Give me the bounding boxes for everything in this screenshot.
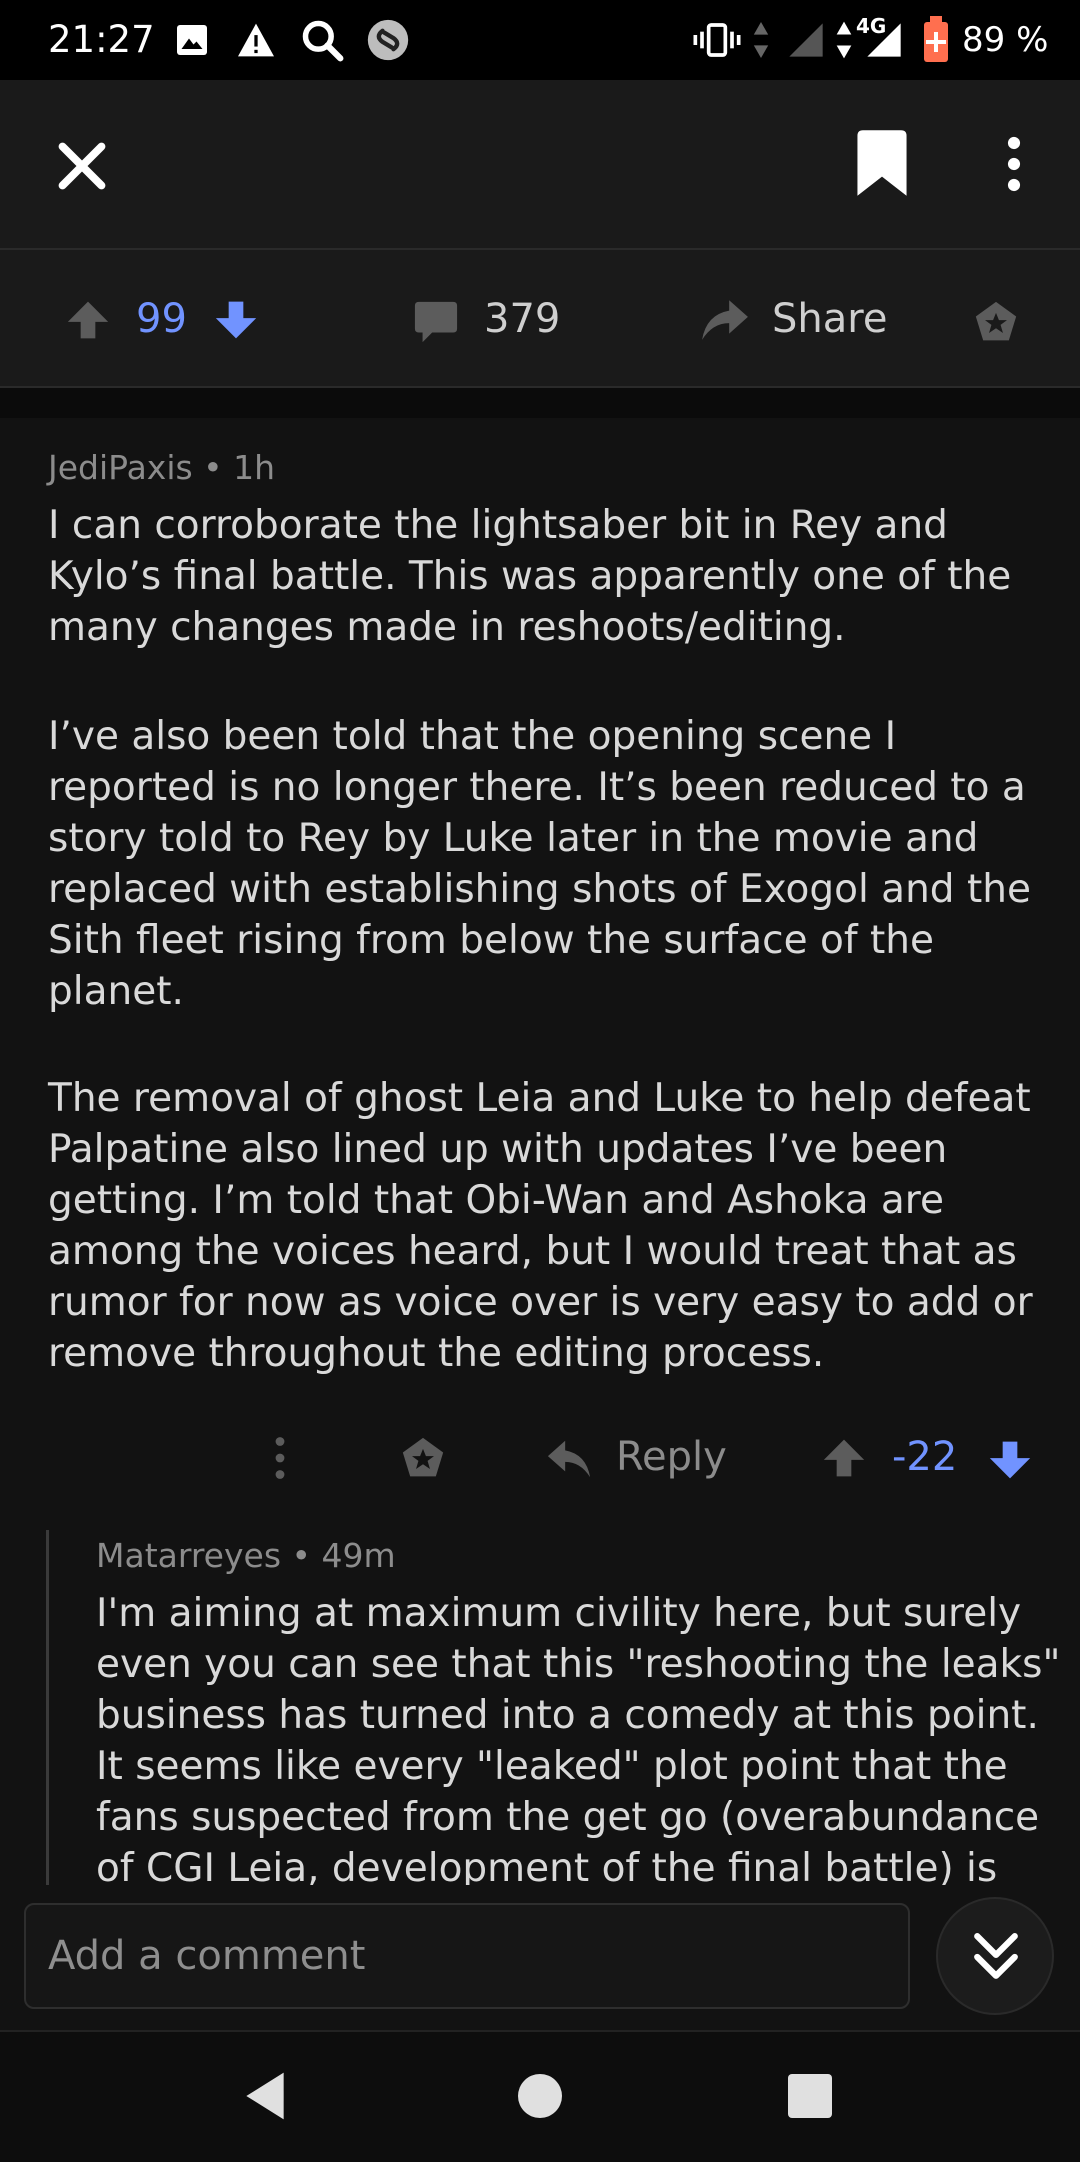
data-arrows-icon [836, 21, 852, 59]
comment-meta: JediPaxis • 1h [48, 448, 276, 487]
reply-icon[interactable] [546, 1436, 592, 1480]
downvote-icon[interactable] [988, 1438, 1032, 1482]
status-time: 21:27 [48, 18, 155, 61]
downvote-icon[interactable] [214, 298, 258, 342]
share-button[interactable]: Share [772, 296, 887, 342]
comment-input[interactable] [24, 1903, 910, 2009]
more-vert-icon[interactable] [272, 1436, 288, 1480]
image-icon [177, 25, 207, 55]
upvote-icon[interactable] [66, 298, 110, 342]
search-icon [302, 20, 344, 62]
comment-age: 49m [321, 1536, 396, 1575]
award-icon[interactable] [400, 1436, 446, 1480]
close-icon[interactable] [56, 140, 108, 192]
home-icon[interactable] [516, 2072, 564, 2120]
reply-button[interactable]: Reply [616, 1434, 727, 1480]
double-chevron-down-icon [974, 1933, 1018, 1979]
warning-icon [238, 23, 274, 57]
post-action-bar: 99 379 Share [0, 250, 1080, 388]
system-nav-bar [0, 2030, 1080, 2162]
recents-icon[interactable] [786, 2072, 834, 2120]
award-icon[interactable] [972, 300, 1020, 344]
share-icon[interactable] [700, 296, 750, 342]
back-icon[interactable] [240, 2068, 290, 2124]
shazam-icon [367, 19, 409, 61]
comment-paragraph: I can corroborate the lightsaber bit in … [48, 503, 1012, 650]
comment-meta: Matarreyes • 49m [96, 1536, 396, 1575]
signal-icon [789, 23, 823, 57]
comment-paragraph: I’ve also been told that the opening sce… [48, 714, 1031, 1014]
comment-count[interactable]: 379 [484, 296, 560, 342]
status-bar: 21:27 4G 89 % [0, 0, 1080, 80]
thread-line [46, 1530, 49, 1885]
comment-score: -22 [892, 1434, 958, 1480]
signal-icon [867, 23, 901, 57]
battery-saver-icon [924, 16, 948, 62]
comment-author[interactable]: Matarreyes [96, 1536, 281, 1575]
section-divider [0, 388, 1080, 418]
data-arrows-icon [753, 22, 769, 58]
comment-bar [0, 1885, 1080, 2030]
bookmark-icon[interactable] [852, 130, 912, 196]
post-score: 99 [136, 296, 187, 342]
comment-icon[interactable] [412, 298, 460, 344]
comment-age: 1h [233, 448, 276, 487]
upvote-icon[interactable] [822, 1436, 866, 1480]
next-comment-button[interactable] [936, 1897, 1054, 2015]
top-app-bar [0, 80, 1080, 250]
comment-paragraph: I'm aiming at maximum civility here, but… [96, 1591, 1061, 1885]
comment-author[interactable]: JediPaxis [48, 448, 193, 487]
battery-level: 89 % [962, 20, 1049, 60]
comment-paragraph: The removal of ghost Leia and Luke to he… [48, 1076, 1033, 1376]
vibrate-icon [693, 23, 741, 57]
more-vert-icon[interactable] [996, 136, 1032, 192]
